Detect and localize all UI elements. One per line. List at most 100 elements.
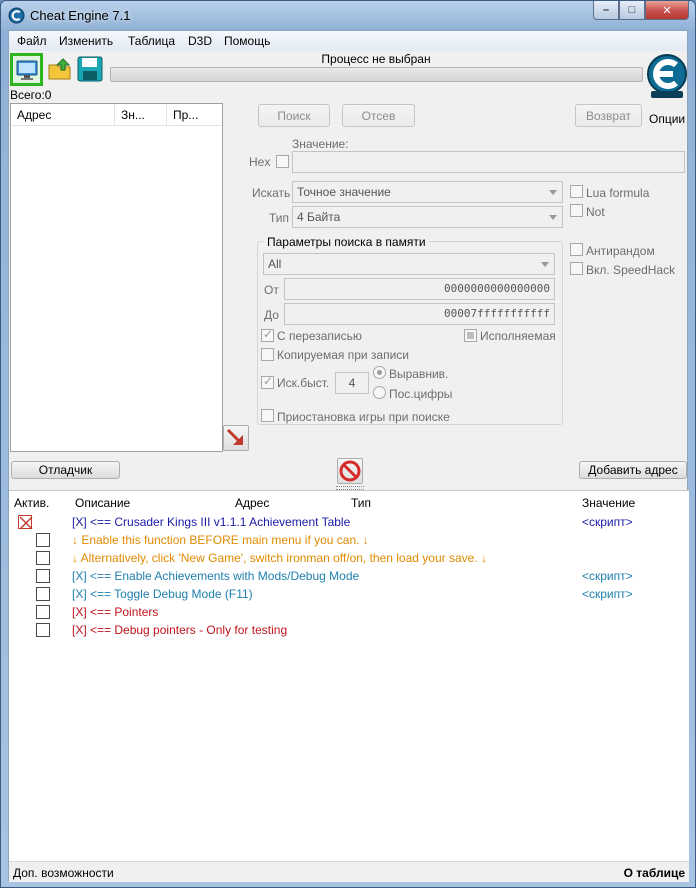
alignment-label: Выравнив. — [389, 367, 449, 381]
scan-type-value: Точное значение — [297, 185, 391, 199]
unrandomizer-checkbox[interactable] — [570, 243, 583, 256]
menu-table[interactable]: Таблица — [128, 34, 175, 48]
fast-scan-checkbox[interactable] — [261, 374, 274, 389]
column-active[interactable]: Актив. — [14, 496, 49, 510]
close-button[interactable]: ✕ — [645, 1, 689, 20]
writable-label: С перезаписью — [277, 329, 362, 343]
value-type-select[interactable]: 4 Байта — [292, 206, 563, 228]
menu-bar: Файл Изменить Таблица D3D Помощь — [9, 31, 687, 51]
cheat-table[interactable]: Актив. Описание Адрес Тип Значение [X] <… — [9, 490, 689, 861]
row-description: [X] <== Toggle Debug Mode (F11) — [72, 587, 253, 601]
row-description: [X] <== Crusader Kings III v1.1.1 Achiev… — [72, 515, 351, 529]
row-description: [X] <== Debug pointers - Only for testin… — [72, 623, 288, 637]
unrandomizer-label: Антирандом — [586, 244, 655, 258]
memory-region-select[interactable]: All — [263, 253, 555, 275]
advanced-options-label[interactable]: Доп. возможности — [13, 866, 114, 880]
table-row[interactable]: [X] <== Crusader Kings III v1.1.1 Achiev… — [9, 513, 689, 531]
undo-scan-button[interactable]: Возврат — [575, 104, 642, 127]
title-bar[interactable]: Cheat Engine 7.1 – □ ✕ — [1, 1, 695, 29]
not-checkbox[interactable] — [570, 204, 583, 217]
row-active-checkbox[interactable] — [36, 551, 50, 565]
chevron-down-icon — [549, 190, 557, 195]
menu-file[interactable]: Файл — [17, 34, 47, 48]
row-active-checkbox[interactable] — [18, 515, 33, 530]
table-extras-label[interactable]: О таблице — [624, 866, 685, 880]
row-active-checkbox[interactable] — [36, 533, 50, 547]
progress-bar — [110, 67, 643, 82]
x-mark-icon — [19, 516, 33, 530]
save-button[interactable] — [75, 54, 105, 84]
cheat-engine-app-icon — [8, 7, 25, 24]
table-row[interactable]: [X] <== Toggle Debug Mode (F11) <скрипт> — [9, 585, 689, 603]
hex-checkbox[interactable] — [276, 155, 289, 168]
column-address[interactable]: Адрес — [11, 104, 115, 126]
row-value: <скрипт> — [582, 515, 633, 529]
open-process-icon — [16, 60, 37, 80]
client-area: Файл Изменить Таблица D3D Помощь Процесс… — [8, 30, 689, 882]
no-entry-icon — [339, 460, 361, 482]
cheat-engine-logo-icon[interactable] — [645, 53, 689, 99]
alignment-radio[interactable] — [373, 366, 386, 379]
scan-type-select[interactable]: Точное значение — [292, 181, 563, 203]
minimize-button[interactable]: – — [593, 1, 619, 20]
column-description[interactable]: Описание — [75, 496, 130, 510]
column-value[interactable]: Значение — [582, 496, 635, 510]
writable-checkbox[interactable] — [261, 327, 274, 342]
arrow-down-right-icon — [226, 428, 243, 445]
executable-checkbox[interactable] — [464, 329, 477, 342]
main-window: Cheat Engine 7.1 – □ ✕ Файл Изменить Таб… — [0, 0, 696, 888]
row-description: [X] <== Enable Achievements with Mods/De… — [72, 569, 360, 583]
row-active-checkbox[interactable] — [36, 605, 50, 619]
row-description: ↓ Alternatively, click 'New Game', switc… — [72, 551, 487, 565]
add-address-button[interactable]: Добавить адрес — [579, 461, 687, 479]
memory-scan-options-title: Параметры поиска в памяти — [264, 235, 429, 249]
table-row[interactable]: ↓ Enable this function BEFORE main menu … — [9, 531, 689, 549]
maximize-button[interactable]: □ — [619, 1, 645, 20]
value-type-label: Тип — [269, 211, 290, 225]
open-file-button[interactable] — [46, 54, 76, 84]
last-digits-radio[interactable] — [373, 386, 386, 399]
menu-d3d[interactable]: D3D — [188, 34, 212, 48]
menu-edit[interactable]: Изменить — [59, 34, 113, 48]
column-type[interactable]: Тип — [351, 496, 371, 510]
chevron-down-icon — [541, 262, 549, 267]
to-address-input[interactable]: 00007fffffffffff — [284, 303, 555, 325]
window-title: Cheat Engine 7.1 — [30, 8, 131, 23]
first-scan-button[interactable]: Поиск — [258, 104, 330, 127]
debugger-button[interactable]: Отладчик — [11, 461, 120, 479]
copy-on-write-checkbox[interactable] — [261, 348, 274, 361]
add-selected-to-table-button[interactable] — [223, 425, 249, 451]
column-previous[interactable]: Пр... — [167, 104, 222, 126]
value-input[interactable] — [292, 151, 685, 173]
table-row[interactable]: ↓ Alternatively, click 'New Game', switc… — [9, 549, 689, 567]
table-row[interactable]: [X] <== Pointers — [9, 603, 689, 621]
row-active-checkbox[interactable] — [36, 569, 50, 583]
open-process-button[interactable] — [10, 53, 43, 86]
speedhack-checkbox[interactable] — [570, 262, 583, 275]
from-address-input[interactable]: 0000000000000000 — [284, 278, 555, 300]
next-scan-button[interactable]: Отсев — [342, 104, 415, 127]
copy-on-write-label: Копируемая при записи — [277, 348, 409, 362]
row-active-checkbox[interactable] — [36, 623, 50, 637]
found-addresses-list[interactable]: Адрес Зн... Пр... — [10, 103, 223, 452]
table-row[interactable]: [X] <== Enable Achievements with Mods/De… — [9, 567, 689, 585]
menu-help[interactable]: Помощь — [224, 34, 270, 48]
column-value[interactable]: Зн... — [115, 104, 167, 126]
executable-label: Исполняемая — [480, 329, 556, 343]
options-label[interactable]: Опции — [649, 112, 685, 126]
pause-game-checkbox[interactable] — [261, 409, 274, 422]
speedhack-label: Вкл. SpeedHack — [586, 263, 676, 277]
fast-scan-input[interactable]: 4 — [335, 372, 369, 394]
from-label: От — [264, 283, 279, 297]
row-value: <скрипт> — [582, 569, 633, 583]
memory-region-value: All — [268, 257, 282, 271]
to-label: До — [264, 308, 279, 322]
row-active-checkbox[interactable] — [36, 587, 50, 601]
column-address[interactable]: Адрес — [235, 496, 269, 510]
table-row[interactable]: [X] <== Debug pointers - Only for testin… — [9, 621, 689, 639]
lua-formula-label: Lua formula — [586, 186, 650, 200]
status-bar: Доп. возможности О таблице — [9, 861, 689, 882]
process-label[interactable]: Процесс не выбран — [109, 52, 643, 66]
lua-formula-checkbox[interactable] — [570, 185, 583, 198]
stop-button[interactable] — [337, 458, 363, 484]
